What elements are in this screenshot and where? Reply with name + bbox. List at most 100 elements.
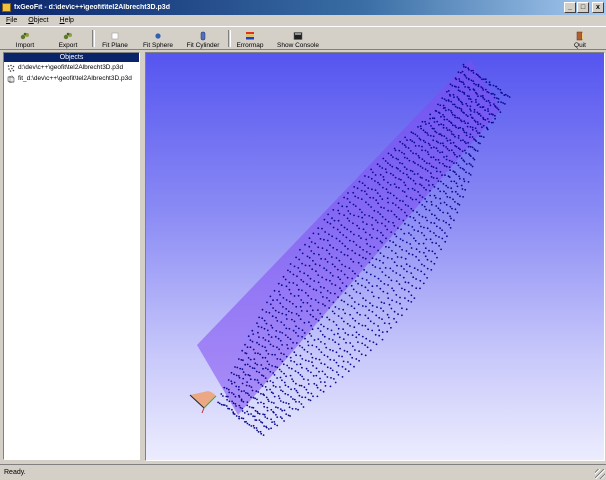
maximize-button[interactable]: □ [577, 2, 589, 13]
cloud-point [444, 232, 446, 234]
list-item[interactable]: d:\dev\c++\geofit\tel2Albrecht3D.p3d [4, 62, 139, 73]
3d-viewport[interactable] [145, 52, 605, 461]
cloud-point [459, 166, 462, 169]
cloud-point [337, 373, 340, 376]
import-button[interactable]: Import [12, 28, 38, 49]
cloud-point [423, 226, 425, 229]
close-button[interactable]: x [592, 2, 604, 13]
cloud-point [450, 122, 453, 124]
cloud-point [437, 159, 440, 161]
cloud-point [474, 120, 477, 123]
cloud-point [395, 301, 398, 303]
cloud-point [234, 366, 236, 368]
cloud-point [441, 174, 443, 176]
cloud-point [239, 406, 242, 409]
cloud-point [462, 81, 464, 84]
cloud-point [371, 171, 374, 174]
cloud-point [424, 141, 427, 144]
menu-help[interactable]: Help [54, 17, 79, 24]
cloud-point [417, 154, 420, 157]
cloud-point [448, 166, 451, 169]
sphere-icon [152, 31, 164, 41]
cloud-point [295, 331, 297, 334]
cloud-point [320, 351, 323, 354]
cloud-point [403, 153, 406, 155]
cloud-point [277, 282, 280, 285]
cloud-point [283, 372, 285, 375]
cloud-point [258, 343, 260, 346]
cloud-point [240, 399, 243, 402]
cloud-point [465, 134, 468, 137]
cloud-point [469, 98, 472, 100]
cloud-point [232, 411, 235, 414]
cloud-point [486, 128, 489, 131]
cloud-point [339, 278, 341, 281]
cloud-point [390, 326, 392, 329]
cloud-point [436, 177, 438, 180]
cloud-point [458, 107, 461, 110]
cloud-point [300, 299, 303, 301]
cloud-point [402, 219, 405, 222]
cloud-point [412, 276, 415, 279]
cloud-point [368, 282, 370, 284]
cloud-point [238, 396, 241, 398]
cloud-point [374, 174, 377, 176]
cloud-point [222, 395, 224, 397]
fit-plane-button[interactable]: Fit Plane [101, 28, 129, 49]
cloud-point [501, 92, 503, 94]
cloud-point [448, 223, 451, 226]
fit-cylinder-button[interactable]: Fit Cylinder [186, 28, 220, 49]
cloud-point [457, 137, 460, 139]
show-console-button[interactable]: Show Console [277, 28, 319, 49]
cloud-point [329, 222, 332, 225]
cloud-point [274, 365, 277, 368]
cloud-point [387, 162, 389, 164]
errormap-button[interactable]: Errormap [236, 28, 264, 49]
cloud-point [360, 265, 363, 267]
cloud-point [408, 232, 410, 235]
cloud-point [448, 176, 451, 178]
cloud-point [377, 202, 379, 205]
cloud-point [284, 384, 287, 387]
cloud-point [261, 385, 264, 387]
cloud-point [433, 146, 435, 149]
cloud-point [244, 373, 247, 376]
cloud-point [282, 401, 285, 404]
cloud-point [433, 194, 436, 197]
cloud-point [293, 265, 296, 268]
menu-object[interactable]: Object [22, 17, 53, 24]
cloud-point [289, 271, 292, 273]
cloud-point [463, 120, 466, 123]
cloud-point [238, 404, 241, 407]
cloud-point [430, 221, 432, 224]
cloud-point [371, 224, 373, 226]
cloud-point [390, 154, 393, 156]
cloud-point [311, 344, 314, 347]
cloud-point [459, 90, 461, 92]
cloud-point [448, 159, 451, 162]
cloud-point [346, 322, 349, 325]
cloud-point [278, 397, 281, 400]
cloud-point [233, 381, 236, 384]
resize-grip[interactable] [595, 469, 605, 479]
cloud-point [354, 319, 357, 322]
fit-sphere-button[interactable]: Fit Sphere [143, 28, 173, 49]
list-item[interactable]: fit_d:\dev\c++\geofit\tel2Albrecht3D.p3d [4, 73, 139, 84]
cloud-point [451, 113, 454, 116]
cloud-point [279, 416, 282, 418]
cloud-point [417, 191, 419, 193]
cloud-point [392, 174, 395, 176]
cloud-point [472, 69, 474, 72]
cloud-point [253, 415, 256, 418]
cloud-point [445, 165, 448, 168]
cloud-point [500, 101, 502, 103]
cloud-point [438, 219, 440, 221]
cloud-point [276, 377, 278, 379]
minimize-button[interactable]: _ [564, 2, 576, 13]
cloud-point [357, 261, 360, 264]
export-button[interactable]: Export [55, 28, 81, 49]
cloud-point [273, 402, 275, 404]
menu-file[interactable]: File [0, 17, 22, 24]
quit-button[interactable]: Quit [570, 28, 590, 49]
cloud-point [436, 120, 439, 123]
